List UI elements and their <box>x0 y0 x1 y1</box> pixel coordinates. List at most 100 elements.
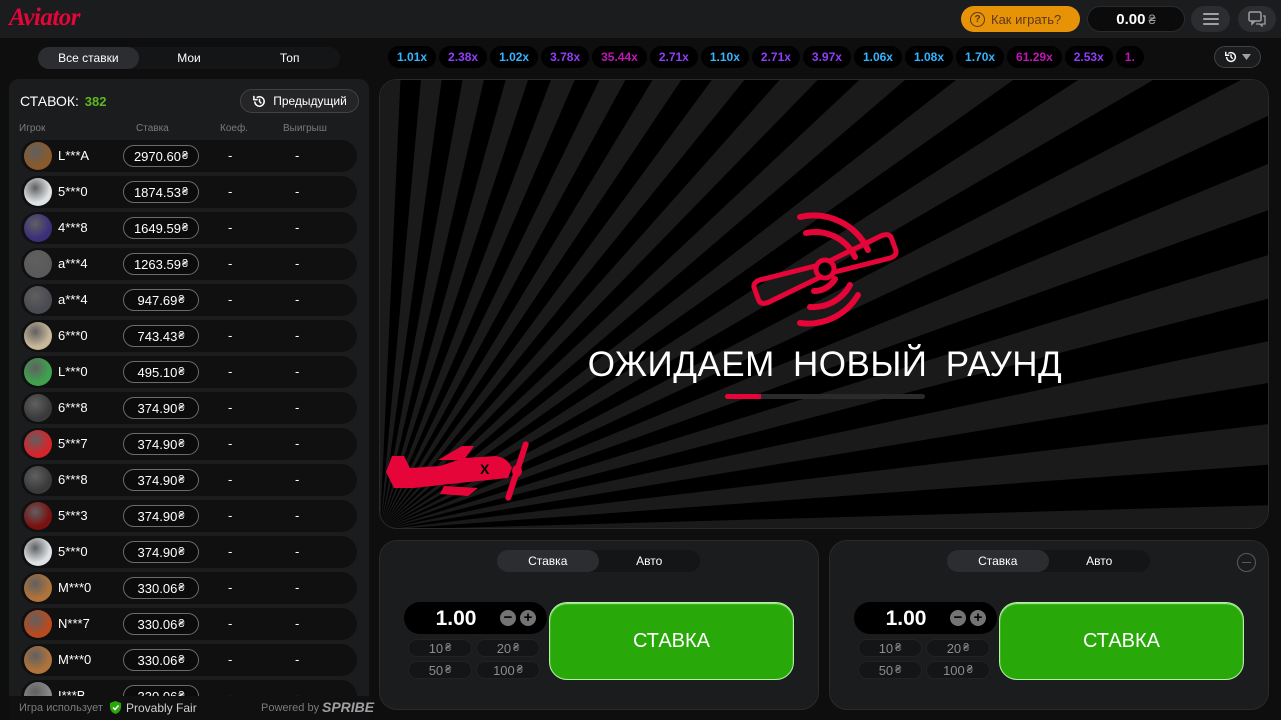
bet-amount-value: 330.06 <box>137 652 178 668</box>
tab-all-bets[interactable]: Все ставки <box>38 47 139 69</box>
player-name: 4***8 <box>58 220 88 235</box>
multiplier-pill[interactable]: 2.71x <box>751 46 800 68</box>
bets-filter-tabs: Все ставки Мои Топ <box>38 47 340 69</box>
quick-bet-value: 100 <box>493 662 515 678</box>
player-name: 6***8 <box>58 400 88 415</box>
multiplier-pill[interactable]: 2.53x <box>1064 46 1113 68</box>
quick-bet-currency: ₴ <box>445 664 452 676</box>
bet-coef: - <box>228 364 233 379</box>
bet-amount-currency: ₴ <box>178 366 185 378</box>
multiplier-pill[interactable]: 1.10x <box>700 46 749 68</box>
bet-row: 5***7 374.90 ₴ - - <box>21 428 357 460</box>
tab-my-bets[interactable]: Мои <box>139 47 240 69</box>
bet-amount: 330.06₴ <box>123 613 199 635</box>
bets-count-value: 382 <box>84 94 107 109</box>
quick-bet-50[interactable]: 50 ₴ <box>408 661 472 679</box>
bet-amount: 1263.59 ₴ <box>123 253 199 275</box>
bet-coef: - <box>228 580 233 595</box>
col-player: Игрок <box>19 123 46 134</box>
quick-bet-100[interactable]: 100 ₴ <box>476 661 540 679</box>
increase-amount-button[interactable]: + <box>520 610 536 626</box>
bet-amount: 2970.60 ₴ <box>123 145 199 167</box>
place-bet-button[interactable]: СТАВКА <box>999 602 1244 680</box>
fair-caption: Игра использует <box>19 702 103 714</box>
bet-amount-value: 743.43 <box>137 328 178 344</box>
multiplier-pill[interactable]: 1.01x <box>388 46 437 68</box>
chat-button[interactable] <box>1238 6 1276 32</box>
tab-top[interactable]: Топ <box>239 47 340 69</box>
avatar <box>24 394 52 422</box>
bet-amount-input[interactable]: 1.00 <box>404 607 508 631</box>
bet-amount: 1874.53 ₴ <box>123 181 199 203</box>
top-bar: Aviator ? Как играть? 0.00 ₴ <box>0 0 1281 38</box>
round-countdown-bar <box>725 394 925 399</box>
menu-button[interactable] <box>1191 6 1230 32</box>
bet-amount-value: 374.90 <box>137 472 178 488</box>
quick-bet-currency: ₴ <box>513 642 520 654</box>
place-bet-button[interactable]: СТАВКА <box>549 602 794 680</box>
multiplier-pill[interactable]: 2.71x <box>649 46 698 68</box>
quick-bet-currency: ₴ <box>895 642 902 654</box>
quick-bet-20[interactable]: 20 ₴ <box>926 639 990 657</box>
quick-bet-value: 100 <box>943 662 965 678</box>
bet-amount-value: 374.90 <box>137 508 178 524</box>
avatar <box>24 574 52 602</box>
bet-win: - <box>295 616 300 631</box>
tab-bet[interactable]: Ставка <box>497 550 599 572</box>
quick-bet-10[interactable]: 10 ₴ <box>408 639 472 657</box>
quick-bet-currency: ₴ <box>445 642 452 654</box>
multiplier-pill[interactable]: 61.29x <box>1007 46 1062 68</box>
avatar <box>24 502 52 530</box>
bet-win: - <box>295 652 300 667</box>
bet-row: 5***0 1874.53 ₴ - - <box>21 176 357 208</box>
multiplier-pill[interactable]: 1. <box>1115 46 1144 68</box>
spribe-logo: SPRIBE <box>322 699 375 715</box>
bet-win: - <box>295 508 300 523</box>
tab-auto[interactable]: Авто <box>599 550 701 572</box>
bet-amount-value: 374.90 <box>137 544 178 560</box>
history-toggle-button[interactable] <box>1214 46 1261 68</box>
bets-count: СТАВОК: 382 <box>20 93 106 109</box>
remove-panel-button[interactable] <box>1237 553 1256 572</box>
bets-table-header: Игрок Ставка Коеф. Выигрыш <box>19 123 359 135</box>
multiplier-pill[interactable]: 3.97x <box>802 46 851 68</box>
bet-win: - <box>295 220 300 235</box>
multiplier-pill[interactable]: 1.70x <box>956 46 1005 68</box>
multiplier-pill[interactable]: 1.06x <box>853 46 902 68</box>
avatar <box>24 430 52 458</box>
multiplier-pill[interactable]: 3.78x <box>541 46 590 68</box>
bet-amount-value: 495.10 <box>137 364 178 380</box>
multiplier-pill[interactable]: 35.44x <box>592 46 647 68</box>
bet-win: - <box>295 184 300 199</box>
multiplier-pill[interactable]: 1.08x <box>904 46 954 68</box>
quick-bet-10[interactable]: 10 ₴ <box>858 639 922 657</box>
bet-amount-value: 947.69 <box>137 292 178 308</box>
provably-fair-link[interactable]: Provably Fair <box>109 700 197 715</box>
how-to-play-button[interactable]: ? Как играть? <box>961 6 1080 32</box>
previous-round-button[interactable]: Предыдущий <box>240 89 359 113</box>
bet-amount-input[interactable]: 1.00 <box>854 607 958 631</box>
bet-amount: 374.90 ₴ <box>123 397 199 419</box>
bet-amount: 374.90 ₴ <box>123 541 199 563</box>
tab-auto[interactable]: Авто <box>1049 550 1151 572</box>
waiting-round-text: ОЖИДАЕМ НОВЫЙ РАУНД <box>587 345 1063 384</box>
bet-amount-stepper: 1.00 − + <box>404 602 547 634</box>
bet-amount-stepper: 1.00 − + <box>854 602 997 634</box>
decrease-amount-button[interactable]: − <box>500 610 516 626</box>
bet-amount: 330.06₴ <box>123 649 199 671</box>
tab-bet[interactable]: Ставка <box>947 550 1049 572</box>
increase-amount-button[interactable]: + <box>970 610 986 626</box>
quick-bet-20[interactable]: 20 ₴ <box>476 639 540 657</box>
avatar <box>24 466 52 494</box>
svg-text:X: X <box>480 461 490 477</box>
avatar <box>24 610 52 638</box>
quick-bet-100[interactable]: 100 ₴ <box>926 661 990 679</box>
decrease-amount-button[interactable]: − <box>950 610 966 626</box>
multiplier-pill[interactable]: 1.02x <box>490 46 539 68</box>
bet-row: a***4 947.69 ₴ - - <box>21 284 357 316</box>
player-name: a***4 <box>58 292 88 307</box>
bet-win: - <box>295 400 300 415</box>
multiplier-pill[interactable]: 2.38x <box>439 46 488 68</box>
quick-bet-currency: ₴ <box>516 664 523 676</box>
quick-bet-50[interactable]: 50 ₴ <box>858 661 922 679</box>
